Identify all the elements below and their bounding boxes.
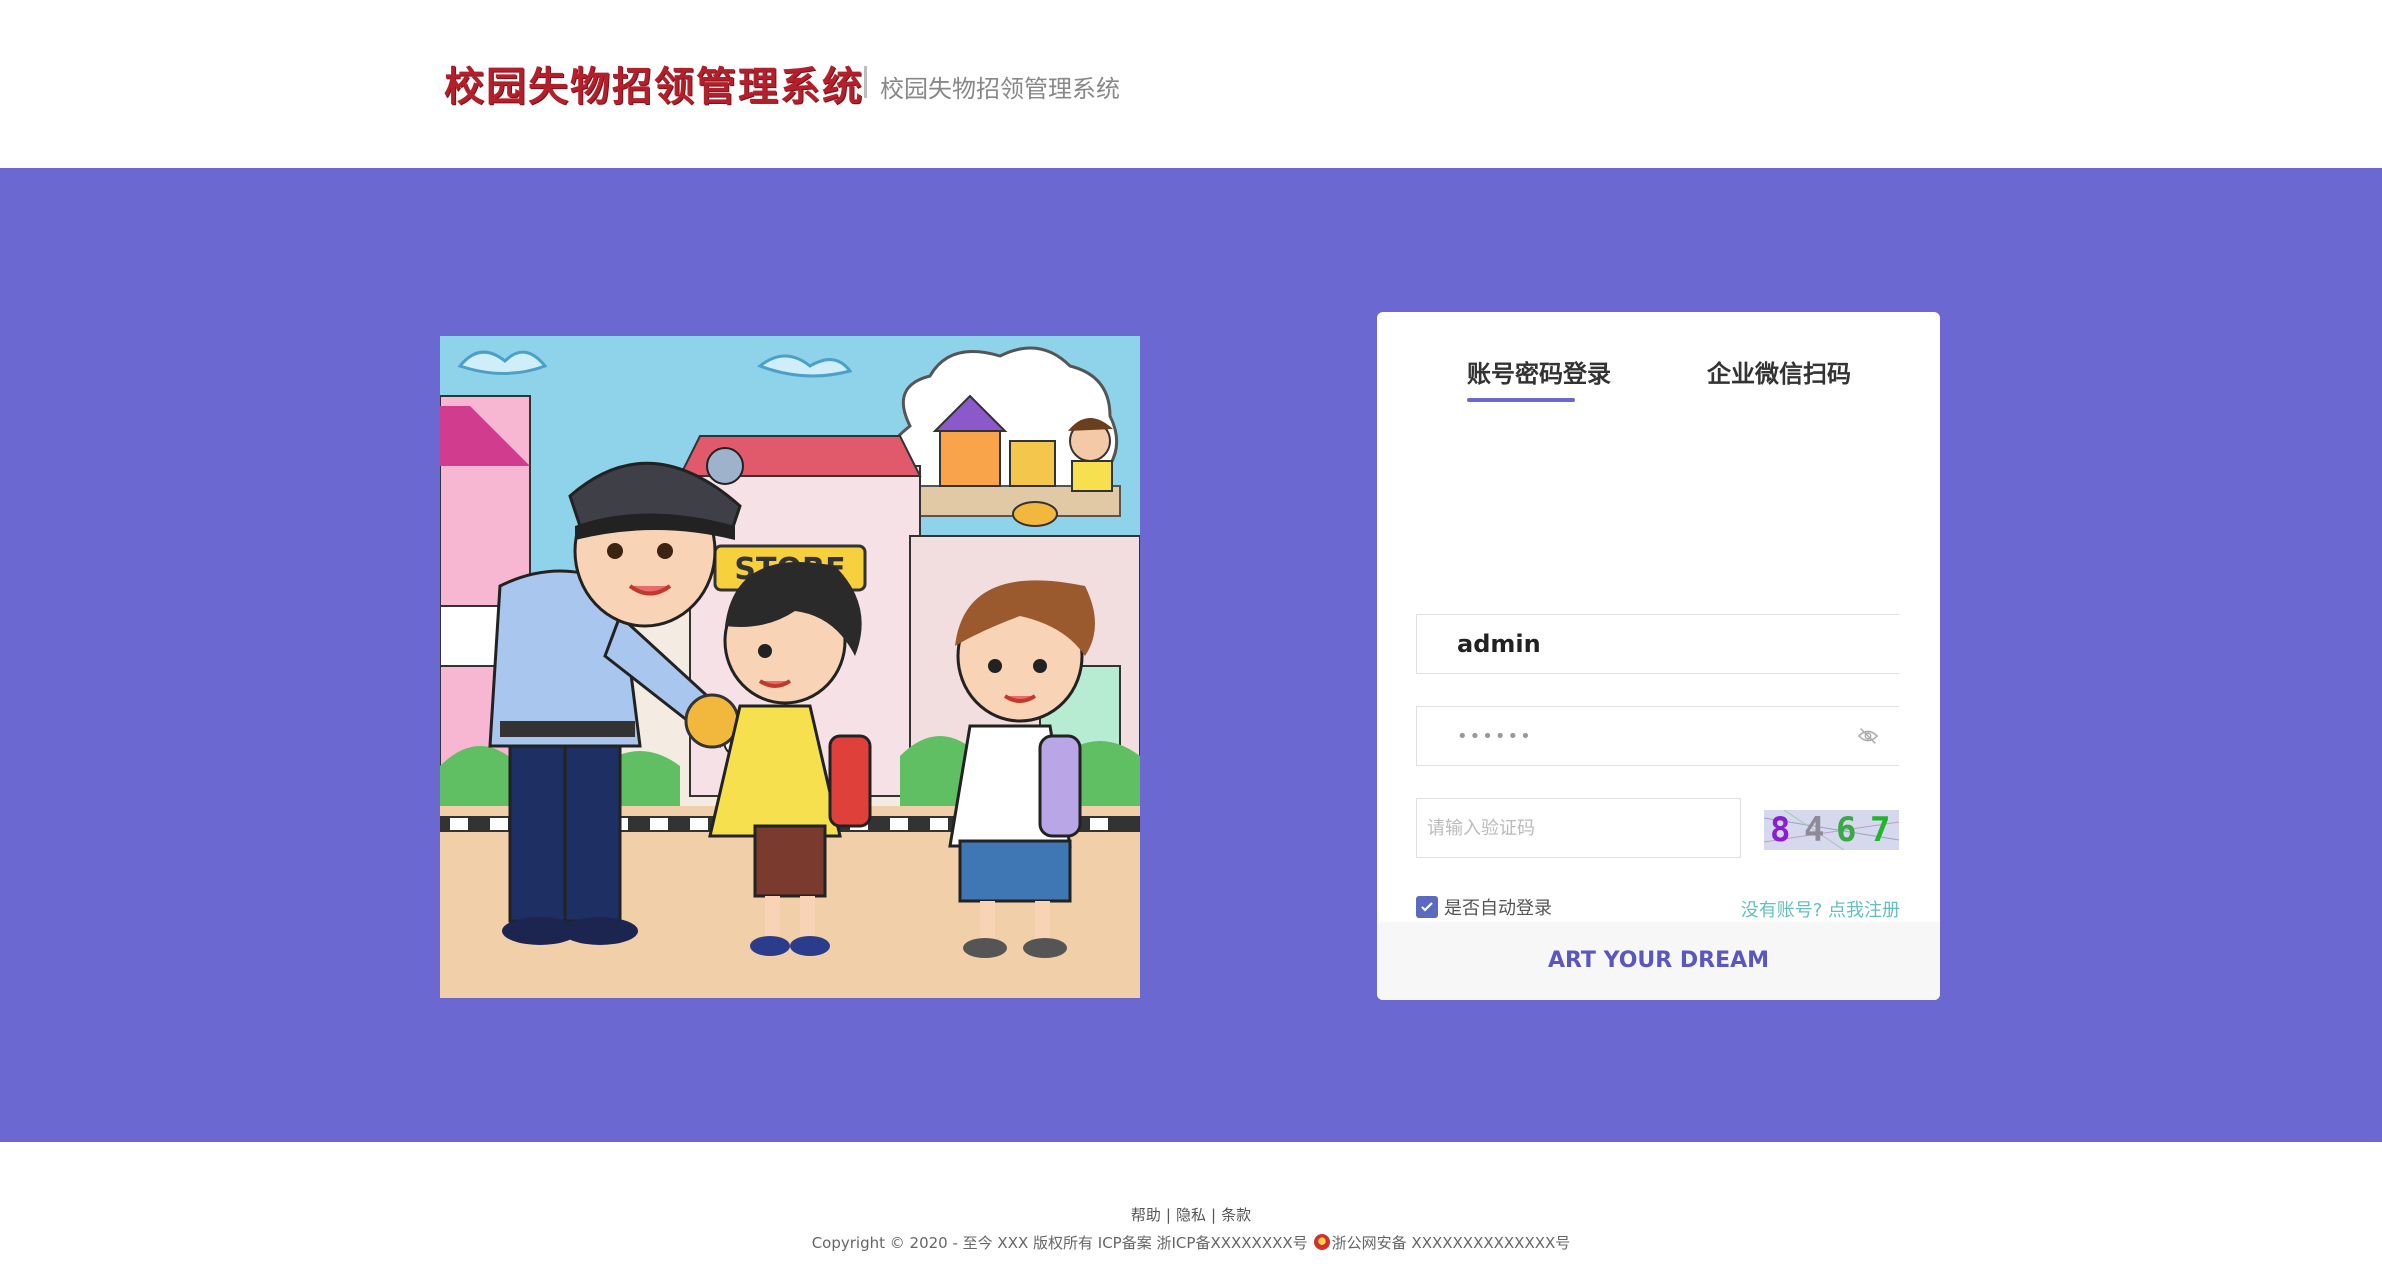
footer-separator: |: [1165, 1206, 1171, 1224]
remember-me-checkbox[interactable]: 是否自动登录: [1416, 894, 1552, 920]
active-tab-indicator: [1467, 398, 1575, 402]
footer-link-help[interactable]: 帮助: [1131, 1206, 1161, 1224]
checkbox-box[interactable]: [1416, 896, 1438, 918]
captcha-digit: 7: [1870, 810, 1891, 850]
check-icon: [1421, 902, 1433, 912]
site-subtitle: 校园失物招领管理系统: [880, 75, 1120, 103]
tab-wechat-scan[interactable]: 企业微信扫码: [1707, 354, 1851, 389]
captcha-digit: 4: [1804, 810, 1825, 850]
footer-link-terms[interactable]: 条款: [1221, 1206, 1251, 1224]
site-header: 校园失物招领管理系统 校园失物招领管理系统: [0, 0, 2382, 168]
main-banner: STORE: [0, 168, 2382, 1142]
username-input[interactable]: [1417, 615, 1857, 673]
copyright-line: Copyright © 2020 - 至今 XXX 版权所有 ICP备案 浙IC…: [0, 1232, 2382, 1253]
footer-separator: |: [1211, 1206, 1217, 1224]
site-title: 校园失物招领管理系统: [444, 63, 864, 110]
police-badge-icon: [1313, 1234, 1330, 1250]
title-divider: [864, 66, 867, 98]
footer-links: 帮助 | 隐私 | 条款: [0, 1204, 2382, 1225]
remember-me-label: 是否自动登录: [1444, 898, 1552, 919]
captcha-digit: 6: [1836, 810, 1857, 850]
police-record-link[interactable]: 浙公网安备 XXXXXXXXXXXXXX号: [1332, 1234, 1571, 1252]
copyright-text: Copyright © 2020 - 至今 XXX 版权所有 ICP备案 浙IC…: [811, 1234, 1308, 1252]
captcha-digit: 8: [1770, 810, 1791, 850]
captcha-field-wrapper: [1416, 798, 1741, 858]
login-card: 账号密码登录 企业微信扫码 8 4 6 7: [1377, 312, 1940, 1000]
tab-password-login[interactable]: 账号密码登录: [1467, 354, 1611, 389]
captcha-image[interactable]: 8 4 6 7: [1764, 810, 1899, 850]
footer-link-privacy[interactable]: 隐私: [1176, 1206, 1206, 1224]
captcha-input[interactable]: [1417, 799, 1737, 857]
lost-and-found-illustration: STORE: [440, 336, 1140, 998]
eye-off-icon[interactable]: [1857, 725, 1879, 747]
card-slogan: ART YOUR DREAM: [1377, 922, 1940, 1000]
username-field-wrapper: [1416, 614, 1899, 674]
password-input[interactable]: [1417, 707, 1857, 765]
password-field-wrapper: [1416, 706, 1899, 766]
register-link[interactable]: 没有账号? 点我注册: [1741, 896, 1900, 922]
